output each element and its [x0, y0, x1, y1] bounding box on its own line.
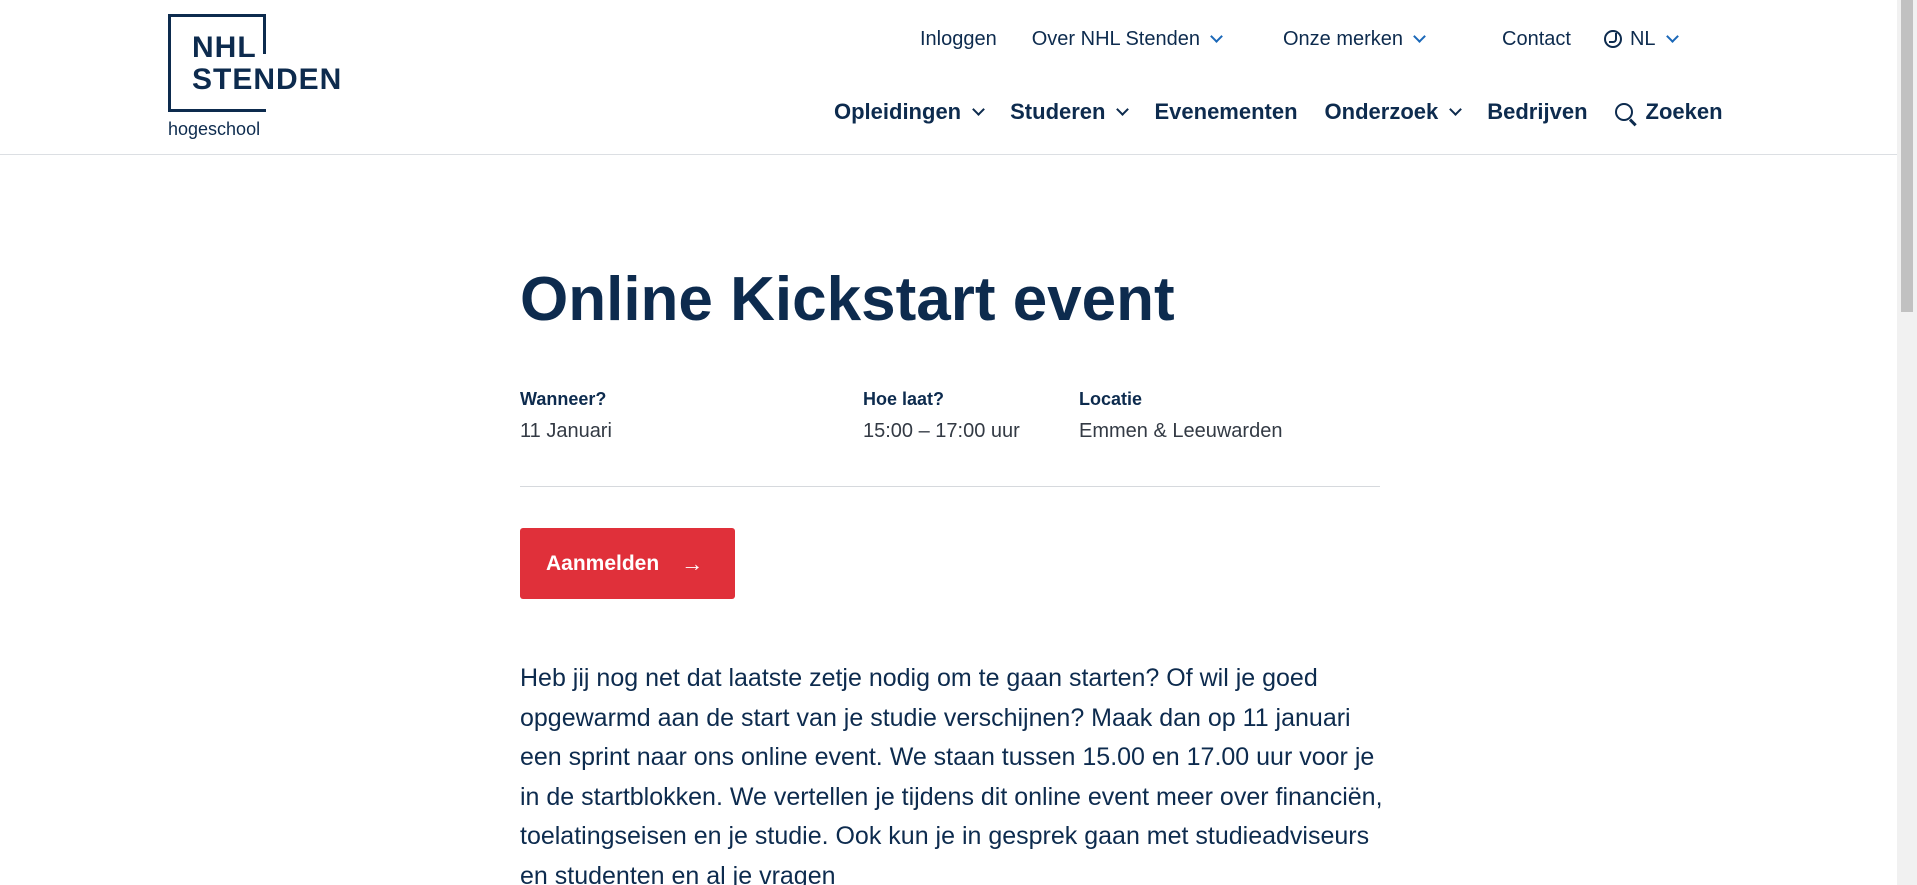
nav-item-onderzoek[interactable]: Onderzoek [1324, 99, 1463, 125]
nav-item-studeren[interactable]: Studeren [1010, 99, 1130, 125]
login-label: Inloggen [920, 27, 997, 50]
language-label: NL [1629, 27, 1656, 50]
language-selector[interactable]: NL [1603, 27, 1679, 51]
date-label: Wanneer? [520, 389, 607, 409]
login-link[interactable]: Inloggen [920, 28, 997, 51]
arrow-right-icon: → [681, 550, 704, 576]
time-value: 15:00 – 17:00 uur [863, 420, 1020, 442]
register-label: Aanmelden [546, 551, 660, 575]
vertical-scrollbar[interactable] [1897, 0, 1917, 885]
divider [520, 486, 1380, 487]
event-date: Wanneer? 11 Januari [520, 387, 612, 443]
contact-label: Contact [1502, 27, 1571, 50]
nav-item-bedrijven[interactable]: Bedrijven [1487, 99, 1587, 125]
brands-dropdown[interactable]: Onze merken [1282, 27, 1426, 51]
nav-label: Evenementen [1154, 99, 1298, 124]
contact-link[interactable]: Contact [1502, 28, 1571, 51]
nav-label: Studeren [1010, 99, 1106, 124]
date-value: 11 Januari [520, 420, 612, 442]
chevron-down-icon [1413, 29, 1426, 43]
site-header: NHL STENDEN hogeschool Inloggen Over NHL… [0, 0, 1897, 155]
about-dropdown[interactable]: Over NHL Stenden [1031, 27, 1223, 51]
globe-icon [1603, 30, 1622, 48]
logo-text-stenden: STENDEN [192, 63, 343, 96]
chevron-down-icon [1449, 102, 1463, 116]
nav-label: Bedrijven [1487, 99, 1588, 124]
page-title: Online Kickstart event [520, 265, 1175, 334]
chevron-down-icon [1210, 29, 1223, 43]
register-button[interactable]: Aanmelden → [520, 528, 735, 599]
chevron-down-icon [1665, 29, 1679, 43]
nav-item-evenementen[interactable]: Evenementen [1154, 99, 1297, 125]
event-location: Locatie Emmen & Leeuwarden [1079, 387, 1282, 443]
chevron-down-icon [1116, 102, 1130, 116]
event-description: Heb jij nog net dat laatste zetje nodig … [520, 664, 1383, 885]
search-label: Zoeken [1645, 99, 1723, 124]
scrollbar-thumb[interactable] [1901, 0, 1913, 312]
nav-label: Opleidingen [834, 99, 962, 124]
logo-text-nhl: NHL [192, 31, 257, 64]
about-label: Over NHL Stenden [1031, 27, 1200, 50]
event-time: Hoe laat? 15:00 – 17:00 uur [863, 387, 1020, 443]
utility-nav: Inloggen Over NHL Stenden Onze merken Co… [920, 24, 1679, 54]
time-label: Hoe laat? [863, 389, 945, 409]
logo-subtitle: hogeschool [168, 119, 261, 139]
main-nav: Opleidingen Studeren Evenementen Onderzo… [834, 96, 1723, 128]
nav-label: Onderzoek [1324, 99, 1439, 124]
location-label: Locatie [1079, 389, 1143, 409]
location-value: Emmen & Leeuwarden [1079, 420, 1283, 442]
search-icon [1614, 103, 1633, 121]
nav-item-opleidingen[interactable]: Opleidingen [834, 99, 985, 125]
page: NHL STENDEN hogeschool Inloggen Over NHL… [0, 0, 1897, 885]
chevron-down-icon [972, 102, 985, 116]
brands-label: Onze merken [1282, 27, 1404, 50]
nhl-stenden-logo[interactable]: NHL STENDEN hogeschool [168, 14, 348, 142]
search-button[interactable]: Zoeken [1614, 99, 1723, 125]
event-details: Wanneer? 11 Januari Hoe laat? 15:00 – 17… [520, 387, 1380, 467]
